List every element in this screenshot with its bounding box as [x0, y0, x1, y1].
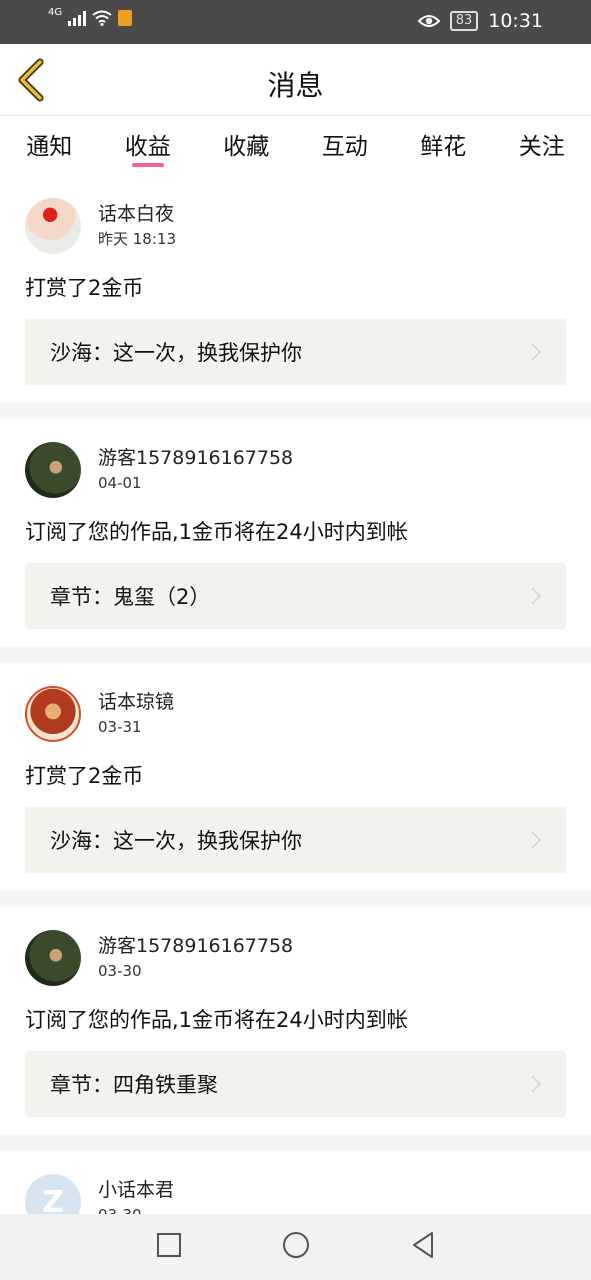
tab-interactions[interactable]: 互动	[296, 117, 395, 175]
message-text: 打赏了2金币	[25, 276, 144, 300]
chevron-right-icon	[531, 1075, 542, 1093]
reference-link[interactable]: 沙海：这一次，换我保护你	[25, 807, 566, 873]
avatar[interactable]	[25, 686, 81, 742]
message-time: 03-30	[98, 962, 142, 980]
reference-link[interactable]: 章节：四角铁重聚	[25, 1051, 566, 1117]
message-time: 昨天 18:13	[98, 230, 176, 248]
home-button[interactable]	[282, 1231, 310, 1263]
tab-flowers[interactable]: 鲜花	[394, 117, 493, 175]
square-icon	[156, 1233, 181, 1257]
message-list: 话本白夜 昨天 18:13 打赏了2金币 沙海：这一次，换我保护你 游客1578…	[0, 175, 591, 1251]
user-name[interactable]: 话本琼镜	[98, 689, 174, 715]
tab-following[interactable]: 关注	[493, 117, 591, 175]
reference-text: 章节：鬼玺（2）	[50, 585, 211, 609]
notification-icon	[118, 10, 133, 26]
divider	[0, 891, 591, 907]
reference-text: 章节：四角铁重聚	[50, 1073, 218, 1097]
message-text: 打赏了2金币	[25, 764, 144, 788]
message-card: 游客1578916167758 04-01 订阅了您的作品,1金币将在24小时内…	[0, 419, 591, 647]
divider	[0, 647, 591, 663]
page-title: 消息	[267, 69, 324, 102]
tab-notifications[interactable]: 通知	[0, 117, 99, 175]
reference-text: 沙海：这一次，换我保护你	[50, 829, 302, 853]
tab-favorites[interactable]: 收藏	[197, 117, 296, 175]
chevron-right-icon	[531, 587, 542, 605]
message-card: 游客1578916167758 03-30 订阅了您的作品,1金币将在24小时内…	[0, 907, 591, 1135]
divider	[0, 1135, 591, 1151]
back-nav-button[interactable]	[410, 1231, 436, 1263]
message-text: 订阅了您的作品,1金币将在24小时内到帐	[25, 1008, 408, 1032]
avatar[interactable]	[25, 930, 81, 986]
status-bar: 4G 83 10:31	[0, 0, 591, 44]
user-name[interactable]: 游客1578916167758	[98, 445, 293, 471]
tab-earnings[interactable]: 收益	[99, 117, 198, 175]
tab-bar: 通知 收益 收藏 互动 鲜花 关注	[0, 117, 591, 175]
avatar[interactable]	[25, 442, 81, 498]
avatar[interactable]	[25, 198, 81, 254]
eye-icon	[417, 15, 440, 27]
message-text: 订阅了您的作品,1金币将在24小时内到帐	[25, 520, 408, 544]
chevron-right-icon	[531, 343, 542, 361]
message-time: 04-01	[98, 474, 142, 492]
signal-icon	[68, 10, 87, 26]
reference-text: 沙海：这一次，换我保护你	[50, 341, 302, 365]
circle-icon	[282, 1232, 309, 1258]
recent-apps-button[interactable]	[156, 1232, 182, 1262]
reference-link[interactable]: 章节：鬼玺（2）	[25, 563, 566, 629]
battery-icon: 83	[449, 11, 479, 31]
top-nav-bar: 消息	[0, 44, 591, 116]
network-type: 4G	[48, 6, 63, 18]
message-time: 03-31	[98, 718, 142, 736]
system-nav-bar	[0, 1214, 591, 1280]
user-name[interactable]: 话本白夜	[98, 201, 176, 227]
user-name[interactable]: 小话本君	[98, 1177, 174, 1203]
user-name[interactable]: 游客1578916167758	[98, 933, 293, 959]
triangle-back-icon	[412, 1232, 433, 1258]
reference-link[interactable]: 沙海：这一次，换我保护你	[25, 319, 566, 385]
chevron-right-icon	[531, 831, 542, 849]
message-card: 话本琼镜 03-31 打赏了2金币 沙海：这一次，换我保护你	[0, 663, 591, 891]
message-card: 话本白夜 昨天 18:13 打赏了2金币 沙海：这一次，换我保护你	[0, 175, 591, 403]
clock: 10:31	[488, 10, 543, 32]
wifi-icon	[92, 10, 112, 26]
divider	[0, 403, 591, 419]
